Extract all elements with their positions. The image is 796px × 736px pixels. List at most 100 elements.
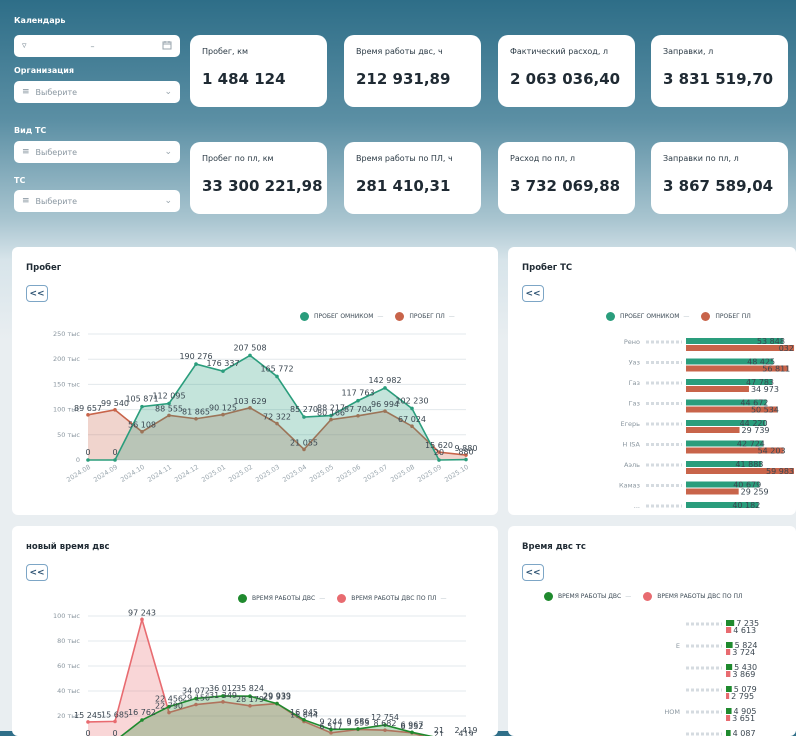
- omnicom-point: [86, 458, 90, 462]
- pl-value-label: 29 739: [742, 426, 770, 435]
- x-tick-label: 2024.10: [119, 463, 146, 484]
- x-tick-label: 2025.05: [308, 463, 335, 484]
- engine_pl-data-label: 29 933: [263, 693, 291, 702]
- kpi-value: 3 831 519,70: [663, 70, 774, 88]
- list-icon: ≡: [22, 147, 30, 157]
- y-tick-label: 80 тыс: [57, 637, 80, 645]
- omnicom-point: [140, 404, 144, 409]
- omnicom-data-label: 117 763: [341, 389, 374, 398]
- date-range-separator: –: [90, 41, 95, 51]
- list-icon: ≡: [22, 87, 30, 97]
- pl-value-label: 56 811: [762, 365, 790, 374]
- calendar-icon[interactable]: [162, 40, 172, 53]
- pl-value-label: 29 259: [741, 488, 769, 497]
- pl-value-label: 59 983: [766, 467, 794, 476]
- y-tick-label: 40 тыс: [57, 687, 80, 695]
- engine_pl-bar: [726, 693, 730, 699]
- vehicle-placeholder: Выберите: [35, 196, 78, 206]
- y-tick-label: 250 тыс: [53, 330, 80, 338]
- engine_pl-data-label: 15 685: [101, 710, 129, 719]
- kpi-mileage-pl: Пробег по пл, км 33 300 221,98: [190, 142, 327, 214]
- engine-time-ts-panel: Время двс тс << ВРЕМЯ РАБОТЫ ДВС — ВРЕМЯ…: [508, 526, 796, 736]
- engine_pl-value-label: 3 651: [732, 714, 755, 723]
- chevron-down-icon: ⌄: [164, 196, 172, 206]
- organization-select[interactable]: ≡ Выберите ⌄: [14, 81, 180, 103]
- pl-data-label: 81 865: [182, 408, 210, 417]
- engine_pl-data-label: 8 682: [374, 719, 397, 728]
- date-range-input[interactable]: ▿ –: [14, 35, 180, 57]
- x-tick-label: 2025.02: [227, 463, 254, 484]
- kpi-label: Расход по пл, л: [510, 154, 576, 163]
- omnicom-point: [383, 386, 387, 390]
- y-tick-label: 100 тыс: [53, 612, 80, 620]
- kpi-label: Заправки, л: [663, 47, 714, 56]
- pl-bar: [686, 488, 739, 495]
- engine_pl-data-label: 28 179: [236, 695, 264, 704]
- omnicom-point: [113, 458, 117, 462]
- engine_pl-bar: [726, 627, 732, 633]
- kpi-value: 33 300 221,98: [202, 177, 323, 195]
- omnicom-data-label: 85 270: [290, 405, 318, 414]
- y-tick-label: 0: [76, 456, 80, 464]
- category-label: ...: [634, 502, 640, 510]
- vehicle-type-select[interactable]: ≡ Выберите ⌄: [14, 141, 180, 163]
- mileage-ts-panel: Пробег ТС << ПРОБЕГ ОМНИКОМ — ПРОБЕГ ПЛ …: [508, 247, 796, 515]
- mileage-ts-bar-chart: Рено 53 848032Уаз 48 42556 811Газ 47 78334 …: [619, 337, 795, 510]
- pl-data-label: 67 024: [398, 415, 426, 424]
- omnicom-point: [356, 398, 360, 403]
- kpi-value: 2 063 036,40: [510, 70, 621, 88]
- category-label: Уаз: [629, 359, 641, 367]
- category-label: Егерь: [621, 420, 641, 428]
- mileage-area-chart: 050 тыс100 тыс150 тыс200 тыс250 тыс2024.…: [53, 330, 477, 484]
- category-label: Газ: [629, 379, 641, 387]
- omnicom-point: [194, 362, 198, 366]
- x-tick-label: 2025.09: [416, 463, 443, 484]
- omnicom-value-label: 41 888: [735, 460, 763, 469]
- omnicom-data-label: 102 230: [395, 396, 428, 405]
- engine_pl-data-label: 15 245: [74, 711, 102, 720]
- engine-point: [275, 701, 279, 706]
- omnicom-data-label: 207 508: [233, 343, 266, 352]
- vehicle-type-placeholder: Выберите: [35, 147, 78, 157]
- engine_pl-data-label: 31 349: [209, 691, 237, 700]
- engine_pl-bar: [726, 671, 731, 677]
- x-tick-label: 2025.03: [254, 463, 281, 484]
- engine-point: [410, 730, 414, 735]
- mileage-panel: Пробег << ПРОБЕГ ОМНИКОМ — ПРОБЕГ ПЛ — 0…: [12, 247, 498, 515]
- engine_pl-value-label: 2 795: [731, 692, 754, 701]
- omnicom-data-label: 165 772: [260, 364, 293, 373]
- x-tick-label: 2025.10: [443, 463, 470, 484]
- engine_pl-data-label: 97 243: [128, 608, 156, 617]
- y-tick-label: 150 тыс: [53, 380, 80, 388]
- vehicle-select[interactable]: ≡ Выберите ⌄: [14, 190, 180, 212]
- engine_pl-bar: [726, 649, 731, 655]
- omnicom-point: [437, 458, 441, 462]
- kpi-value: 3 867 589,04: [663, 177, 774, 195]
- engine-data-label: 0: [112, 729, 117, 736]
- x-tick-label: 2025.06: [335, 463, 362, 484]
- engine-data-label: 0: [85, 729, 90, 736]
- x-tick-label: 2024.09: [92, 463, 119, 484]
- pl-value-label: 54 203: [758, 447, 786, 456]
- category-label: Камаз: [619, 482, 640, 490]
- engine-point: [356, 727, 360, 731]
- engine-time-ts-bar-chart: 7 2354 613Е 5 8243 7245 4303 8695 0792 79…: [664, 619, 759, 736]
- pl-bar: [686, 386, 749, 392]
- engine-data-label: 16 762: [128, 708, 156, 717]
- engine-data-label: 35 824: [236, 684, 264, 693]
- category-label: Рено: [624, 338, 640, 346]
- engine_pl-data-label: 419: [458, 729, 473, 736]
- organization-placeholder: Выберите: [35, 87, 78, 97]
- engine_pl-value-label: 4 613: [733, 626, 756, 635]
- pl-point: [113, 408, 117, 412]
- vehicle-type-label: Вид ТС: [14, 126, 47, 135]
- engine_pl-data-label: 29 156: [182, 694, 210, 703]
- pl-data-label: 87 704: [344, 405, 372, 414]
- engine-bar: [726, 708, 732, 714]
- category-label: Н ISA: [622, 441, 640, 449]
- omnicom-data-label: 0: [85, 448, 90, 457]
- omnicom-point: [275, 374, 279, 379]
- engine_pl-point: [113, 719, 117, 724]
- kpi-label: Фактический расход, л: [510, 47, 609, 56]
- y-tick-label: 200 тыс: [53, 355, 80, 363]
